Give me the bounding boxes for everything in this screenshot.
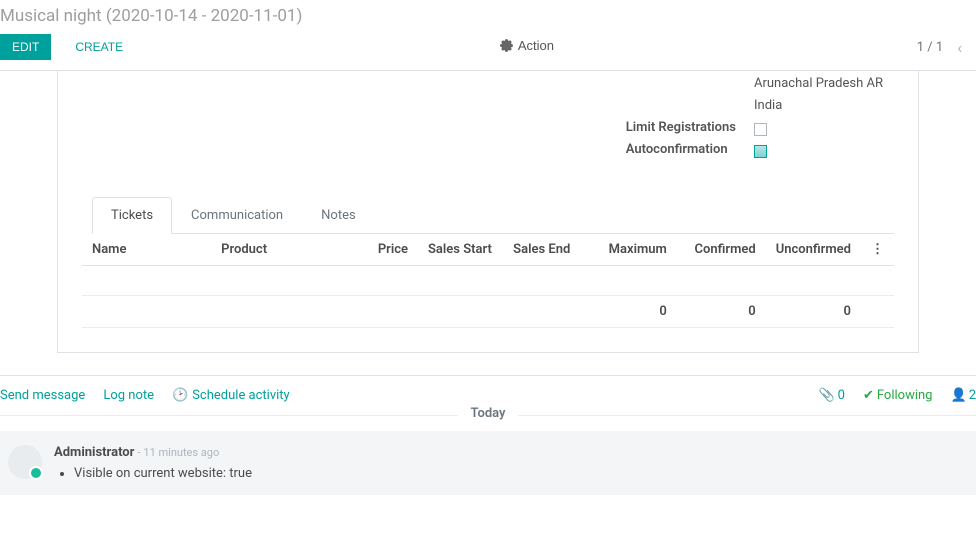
send-message-link[interactable]: Send message [0,388,85,403]
action-dropdown[interactable]: Action [500,38,554,53]
pager-text: 1 / 1 [917,40,943,55]
message-time: - 11 minutes ago [138,446,220,459]
person-icon: 👤 [951,388,967,403]
clock-icon: 🕑 [172,388,188,403]
check-icon: ✔ [863,388,874,403]
col-sales-start[interactable]: Sales Start [418,234,503,266]
limit-registrations-checkbox[interactable] [754,123,767,136]
followers-count: 2 [969,388,976,403]
gear-icon [500,39,513,52]
autoconfirmation-checkbox[interactable] [754,145,767,158]
col-name[interactable]: Name [82,234,211,266]
autoconfirmation-label: Autoconfirmation [626,139,736,161]
schedule-activity-label: Schedule activity [192,388,290,403]
tab-communication[interactable]: Communication [172,197,302,234]
total-unconfirmed: 0 [766,296,861,328]
message-row: Administrator - 11 minutes ago Visible o… [0,431,976,495]
total-confirmed: 0 [677,296,766,328]
attach-count: 0 [838,388,845,403]
limit-registrations-label: Limit Registrations [626,117,736,139]
col-sales-end[interactable]: Sales End [503,234,588,266]
venue-country: India [754,95,894,117]
chevron-left-icon[interactable]: ‹ [957,38,962,57]
attachments-link[interactable]: 📎 0 [818,388,845,403]
action-label: Action [518,38,554,53]
empty-rows [82,266,894,296]
tab-notes[interactable]: Notes [302,197,375,234]
message-line: Visible on current website: true [74,466,968,481]
breadcrumb: Musical night (2020-10-14 - 2020-11-01) [0,0,976,26]
tab-tickets[interactable]: Tickets [92,197,172,234]
followers-count-button[interactable]: 👤2 [951,388,976,403]
chatter: Send message Log note 🕑 Schedule activit… [0,375,976,495]
tabs: Tickets Communication Notes [92,197,894,234]
col-maximum[interactable]: Maximum [588,234,676,266]
venue-state: Arunachal Pradesh AR [754,73,894,95]
col-confirmed[interactable]: Confirmed [677,234,766,266]
log-note-link[interactable]: Log note [103,388,154,403]
avatar[interactable] [8,445,42,479]
col-unconfirmed[interactable]: Unconfirmed [766,234,861,266]
following-label: Following [877,388,933,403]
message-author[interactable]: Administrator [54,445,134,460]
tickets-table: Name Product Price Sales Start Sales End… [82,234,894,328]
create-button[interactable]: CREATE [61,34,137,60]
total-maximum: 0 [588,296,676,328]
col-product[interactable]: Product [211,234,359,266]
kebab-icon[interactable]: ⋮ [861,234,894,266]
date-separator: Today [458,406,517,421]
col-price[interactable]: Price [359,234,418,266]
toolbar: EDIT CREATE Action 1 / 1 ‹ [0,26,976,71]
schedule-activity-link[interactable]: 🕑 Schedule activity [172,388,290,403]
following-button[interactable]: ✔ Following [863,388,933,403]
paperclip-icon: 📎 [818,388,834,403]
form-card: Limit Registrations Autoconfirmation Aru… [57,71,919,353]
edit-button[interactable]: EDIT [0,34,51,60]
